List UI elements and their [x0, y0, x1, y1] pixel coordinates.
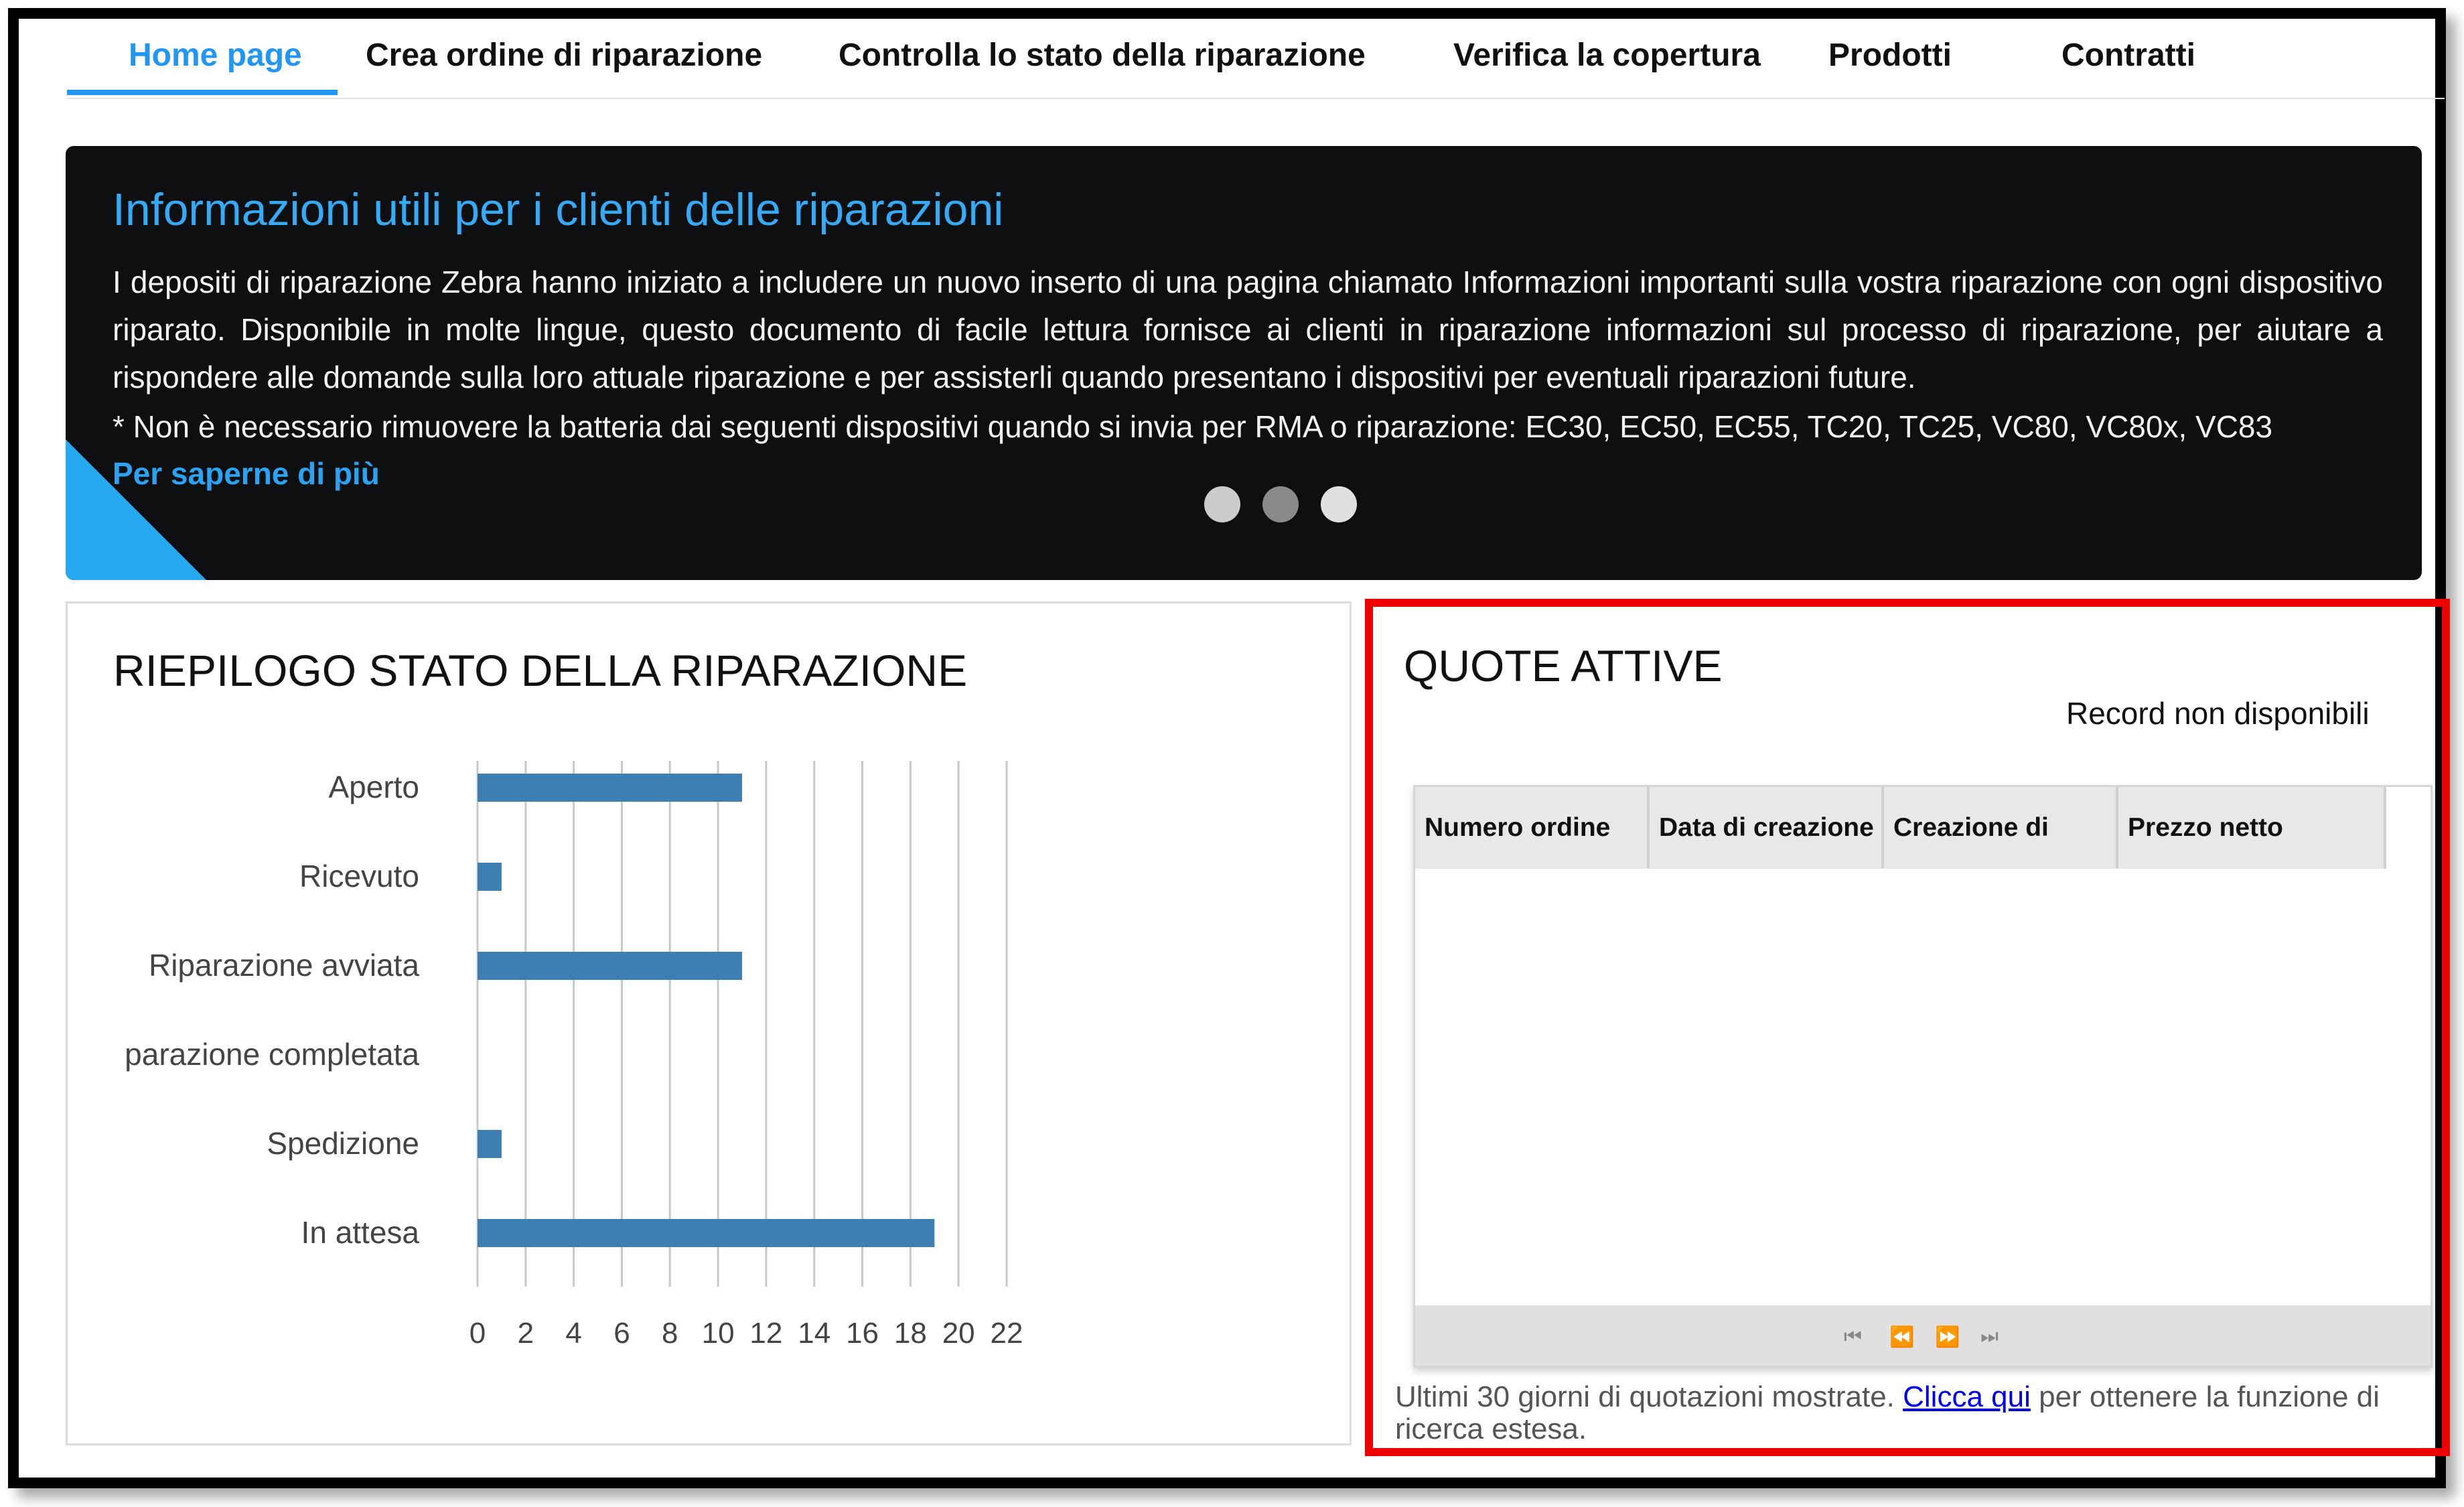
- quotes-title: QUOTE ATTIVE: [1404, 641, 1723, 691]
- category-label: Spedizione: [267, 1126, 419, 1161]
- first-page-icon[interactable]: ⏮: [1844, 1325, 1862, 1348]
- x-tick-label: 14: [798, 1317, 830, 1350]
- x-tick-label: 22: [991, 1317, 1023, 1350]
- x-tick-label: 4: [565, 1317, 581, 1350]
- bar[interactable]: [478, 952, 742, 980]
- bar[interactable]: [478, 1130, 502, 1158]
- banner-body: I depositi di riparazione Zebra hanno in…: [113, 265, 2383, 394]
- x-tick-label: 16: [846, 1317, 879, 1350]
- carousel-dot-1[interactable]: [1204, 486, 1240, 522]
- x-tick-label: 0: [469, 1317, 486, 1350]
- x-tick-label: 20: [942, 1317, 975, 1350]
- repair-status-chart: 0 2 4 6 8 10 12 14 16 18 20 22 Aperto Ricevuto Riparaz…: [125, 761, 1023, 1350]
- tab-check-repair-status[interactable]: Controlla lo stato della riparazione: [839, 19, 1366, 95]
- category-label: parazione completata: [125, 1037, 419, 1072]
- bar[interactable]: [478, 774, 742, 802]
- category-label: Ricevuto: [299, 859, 419, 893]
- table-pager: ⏮ ⏪ ⏩ ⏭: [1415, 1305, 2431, 1366]
- x-tick-label: 18: [894, 1317, 927, 1350]
- x-tick-label: 12: [749, 1317, 782, 1350]
- next-page-icon[interactable]: ⏩: [1935, 1325, 1960, 1349]
- last-page-icon[interactable]: ⏭: [1980, 1325, 1999, 1348]
- active-quotes-panel: QUOTE ATTIVE Record non disponibili Nume…: [1365, 599, 2450, 1456]
- tab-products[interactable]: Prodotti: [1828, 19, 1952, 95]
- carousel-dot-3[interactable]: [1321, 486, 1357, 522]
- tab-check-coverage[interactable]: Verifica la copertura: [1453, 19, 1761, 95]
- column-order-number[interactable]: Numero ordine: [1415, 787, 1650, 869]
- x-tick-label: 10: [702, 1317, 735, 1350]
- banner-title: Informazioni utili per i clienti delle r…: [113, 184, 1004, 235]
- x-tick-label: 8: [662, 1317, 678, 1350]
- tab-home[interactable]: Home page: [67, 19, 338, 95]
- tab-create-repair-order[interactable]: Crea ordine di riparazione: [366, 19, 762, 95]
- category-label: Aperto: [328, 770, 419, 804]
- banner-note: * Non è necessario rimuovere la batteria…: [113, 409, 2273, 444]
- learn-more-link[interactable]: Per saperne di più: [113, 450, 380, 498]
- footnote-text: Ultimi 30 giorni di quotazioni mostrate.: [1395, 1380, 1903, 1413]
- column-created-by[interactable]: Creazione di: [1884, 787, 2118, 869]
- tab-contracts[interactable]: Contratti: [2061, 19, 2195, 95]
- column-net-price[interactable]: Prezzo netto: [2118, 787, 2386, 869]
- x-tick-label: 2: [518, 1317, 534, 1350]
- quotes-footnote: Ultimi 30 giorni di quotazioni mostrate.…: [1395, 1381, 2440, 1445]
- page-frame: Home page Crea ordine di riparazione Con…: [8, 8, 2450, 1488]
- column-creation-date[interactable]: Data di creazione: [1650, 787, 1884, 869]
- quotes-table: Numero ordine Data di creazione Creazion…: [1413, 785, 2433, 1368]
- quotes-table-header: Numero ordine Data di creazione Creazion…: [1415, 787, 2386, 869]
- info-banner: Informazioni utili per i clienti delle r…: [66, 146, 2422, 580]
- bar[interactable]: [478, 863, 502, 891]
- no-records-label: Record non disponibili: [2066, 696, 2370, 731]
- extended-search-link[interactable]: Clicca qui: [1903, 1380, 2031, 1413]
- category-label: Riparazione avviata: [149, 948, 419, 983]
- x-tick-label: 6: [613, 1317, 630, 1350]
- top-nav: Home page Crea ordine di riparazione Con…: [67, 19, 2445, 99]
- category-label: In attesa: [301, 1215, 420, 1250]
- repair-summary-panel: RIEPILOGO STATO DELLA RIPARAZIONE 024681…: [66, 601, 1352, 1445]
- prev-page-icon[interactable]: ⏪: [1889, 1325, 1914, 1349]
- bar[interactable]: [478, 1219, 935, 1247]
- carousel-dot-2[interactable]: [1262, 486, 1299, 522]
